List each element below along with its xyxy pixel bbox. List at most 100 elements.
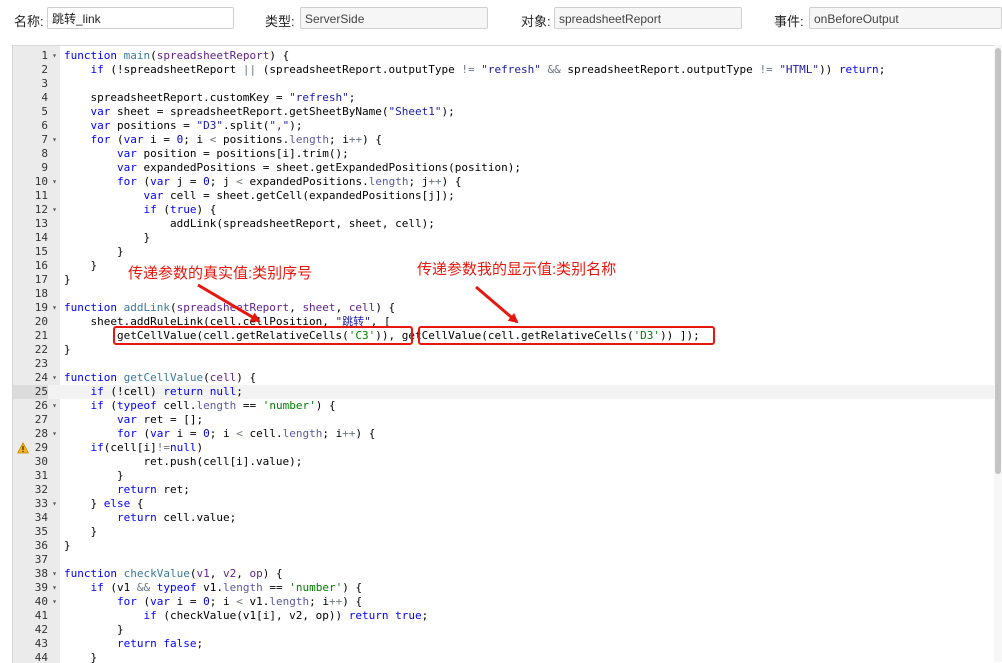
code-line-2[interactable]: 2 if (!spreadsheetReport || (spreadsheet… <box>13 63 998 77</box>
code-line-42[interactable]: 42 } <box>13 623 998 637</box>
fold-toggle-icon[interactable]: ▾ <box>50 427 59 441</box>
code-line-37[interactable]: 37 <box>13 553 998 567</box>
fold-toggle-icon[interactable]: ▾ <box>50 175 59 189</box>
code-line-36[interactable]: 36} <box>13 539 998 553</box>
code-text[interactable]: function main(spreadsheetReport) { <box>64 49 289 63</box>
fold-toggle-icon[interactable]: ▾ <box>50 497 59 511</box>
fold-toggle-icon[interactable]: ▾ <box>50 371 59 385</box>
code-line-5[interactable]: 5 var sheet = spreadsheetReport.getSheet… <box>13 105 998 119</box>
code-text[interactable]: var expandedPositions = sheet.getExpande… <box>64 161 521 175</box>
fold-toggle-icon[interactable]: ▾ <box>50 301 59 315</box>
type-field[interactable]: ServerSide <box>300 7 488 29</box>
code-text[interactable]: var cell = sheet.getCell(expandedPositio… <box>64 189 454 203</box>
code-line-35[interactable]: 35 } <box>13 525 998 539</box>
code-text[interactable]: if (checkValue(v1[i], v2, op)) return tr… <box>64 609 428 623</box>
code-text[interactable]: if(cell[i]!=null) <box>64 441 204 455</box>
code-line-11[interactable]: 11 var cell = sheet.getCell(expandedPosi… <box>13 189 998 203</box>
code-line-39[interactable]: 39 ▾ if (v1 && typeof v1.length == 'numbe… <box>13 581 998 595</box>
code-line-43[interactable]: 43 return false; <box>13 637 998 651</box>
code-line-31[interactable]: 31 } <box>13 469 998 483</box>
code-line-3[interactable]: 3 <box>13 77 998 91</box>
code-text[interactable]: function checkValue(v1, v2, op) { <box>64 567 283 581</box>
code-text[interactable]: var position = positions[i].trim(); <box>64 147 349 161</box>
code-text[interactable]: } <box>64 259 97 273</box>
code-line-44[interactable]: 44 } <box>13 651 998 663</box>
event-field[interactable]: onBeforeOutput <box>809 7 1002 29</box>
code-text[interactable]: var ret = []; <box>64 413 203 427</box>
code-line-7[interactable]: 7 ▾ for (var i = 0; i < positions.length;… <box>13 133 998 147</box>
code-text[interactable]: ret.push(cell[i].value); <box>64 455 302 469</box>
code-text[interactable]: for (var i = 0; i < positions.length; i+… <box>64 133 382 147</box>
code-text[interactable]: return false; <box>64 637 203 651</box>
code-text[interactable]: var positions = "D3".split(","); <box>64 119 303 133</box>
code-text[interactable]: function addLink(spreadsheetReport, shee… <box>64 301 395 315</box>
code-line-25[interactable]: 25 if (!cell) return null; <box>13 385 998 399</box>
code-line-22[interactable]: 22} <box>13 343 998 357</box>
code-line-4[interactable]: 4 spreadsheetReport.customKey = "refresh… <box>13 91 998 105</box>
code-text[interactable]: } <box>64 343 71 357</box>
code-line-34[interactable]: 34 return cell.value; <box>13 511 998 525</box>
code-text[interactable]: if (v1 && typeof v1.length == 'number') … <box>64 581 363 595</box>
code-line-38[interactable]: 38 ▾ function checkValue(v1, v2, op) { <box>13 567 998 581</box>
code-line-26[interactable]: 26 ▾ if (typeof cell.length == 'number') … <box>13 399 998 413</box>
line-number: 13 <box>34 217 48 230</box>
object-field[interactable]: spreadsheetReport <box>554 7 742 29</box>
scrollbar-thumb[interactable] <box>995 48 1001 474</box>
code-text[interactable]: } <box>64 525 97 539</box>
code-editor[interactable]: 1 ▾ function main(spreadsheetReport) {2 if… <box>12 45 1002 663</box>
code-text[interactable]: for (var j = 0; j < expandedPositions.le… <box>64 175 461 189</box>
code-line-10[interactable]: 10 ▾ for (var j = 0; j < expandedPosition… <box>13 175 998 189</box>
code-text[interactable]: } <box>64 469 124 483</box>
code-line-18[interactable]: 18 <box>13 287 998 301</box>
code-line-23[interactable]: 23 <box>13 357 998 371</box>
line-number: 17 <box>34 273 48 286</box>
code-line-33[interactable]: 33 ▾ } else { <box>13 497 998 511</box>
code-line-1[interactable]: 1 ▾ function main(spreadsheetReport) { <box>13 49 998 63</box>
code-line-41[interactable]: 41 if (checkValue(v1[i], v2, op)) return… <box>13 609 998 623</box>
code-text[interactable]: return cell.value; <box>64 511 236 525</box>
code-text[interactable]: for (var i = 0; i < cell.length; i++) { <box>64 427 375 441</box>
name-field[interactable]: 跳转_link <box>47 7 234 29</box>
code-line-15[interactable]: 15 } <box>13 245 998 259</box>
fold-toggle-icon[interactable]: ▾ <box>50 399 59 413</box>
code-text[interactable]: } <box>64 245 124 259</box>
code-text[interactable]: spreadsheetReport.customKey = "refresh"; <box>64 91 355 105</box>
code-text[interactable]: } else { <box>64 497 143 511</box>
code-text[interactable]: } <box>64 273 71 287</box>
code-text[interactable]: addLink(spreadsheetReport, sheet, cell); <box>64 217 435 231</box>
code-line-12[interactable]: 12 ▾ if (true) { <box>13 203 998 217</box>
code-text[interactable]: return ret; <box>64 483 190 497</box>
code-line-19[interactable]: 19 ▾ function addLink(spreadsheetReport, s… <box>13 301 998 315</box>
code-text[interactable]: if (!spreadsheetReport || (spreadsheetRe… <box>64 63 886 77</box>
code-line-40[interactable]: 40 ▾ for (var i = 0; i < v1.length; i++) … <box>13 595 998 609</box>
code-text[interactable]: if (typeof cell.length == 'number') { <box>64 399 336 413</box>
code-line-29[interactable]: 29 if(cell[i]!=null) <box>13 441 998 455</box>
code-text[interactable]: function getCellValue(cell) { <box>64 371 256 385</box>
code-line-6[interactable]: 6 var positions = "D3".split(","); <box>13 119 998 133</box>
code-text[interactable]: } <box>64 539 71 553</box>
code-line-8[interactable]: 8 var position = positions[i].trim(); <box>13 147 998 161</box>
code-line-32[interactable]: 32 return ret; <box>13 483 998 497</box>
code-text[interactable]: if (true) { <box>64 203 216 217</box>
fold-toggle-icon[interactable]: ▾ <box>50 203 59 217</box>
code-text[interactable]: } <box>64 231 150 245</box>
code-text[interactable]: } <box>64 651 97 663</box>
fold-toggle-icon[interactable]: ▾ <box>50 567 59 581</box>
code-line-27[interactable]: 27 var ret = []; <box>13 413 998 427</box>
editor-scrollbar[interactable] <box>994 45 1002 662</box>
fold-toggle-icon[interactable]: ▾ <box>50 595 59 609</box>
code-line-28[interactable]: 28 ▾ for (var i = 0; i < cell.length; i++… <box>13 427 998 441</box>
fold-toggle-icon[interactable]: ▾ <box>50 133 59 147</box>
warning-icon[interactable] <box>17 442 29 454</box>
code-line-13[interactable]: 13 addLink(spreadsheetReport, sheet, cel… <box>13 217 998 231</box>
code-line-30[interactable]: 30 ret.push(cell[i].value); <box>13 455 998 469</box>
code-text[interactable]: if (!cell) return null; <box>64 385 243 399</box>
fold-toggle-icon[interactable]: ▾ <box>50 581 59 595</box>
code-line-14[interactable]: 14 } <box>13 231 998 245</box>
code-text[interactable]: for (var i = 0; i < v1.length; i++) { <box>64 595 362 609</box>
code-text[interactable]: var sheet = spreadsheetReport.getSheetBy… <box>64 105 455 119</box>
code-line-24[interactable]: 24 ▾ function getCellValue(cell) { <box>13 371 998 385</box>
code-text[interactable]: } <box>64 623 124 637</box>
code-line-9[interactable]: 9 var expandedPositions = sheet.getExpan… <box>13 161 998 175</box>
fold-toggle-icon[interactable]: ▾ <box>50 49 59 63</box>
